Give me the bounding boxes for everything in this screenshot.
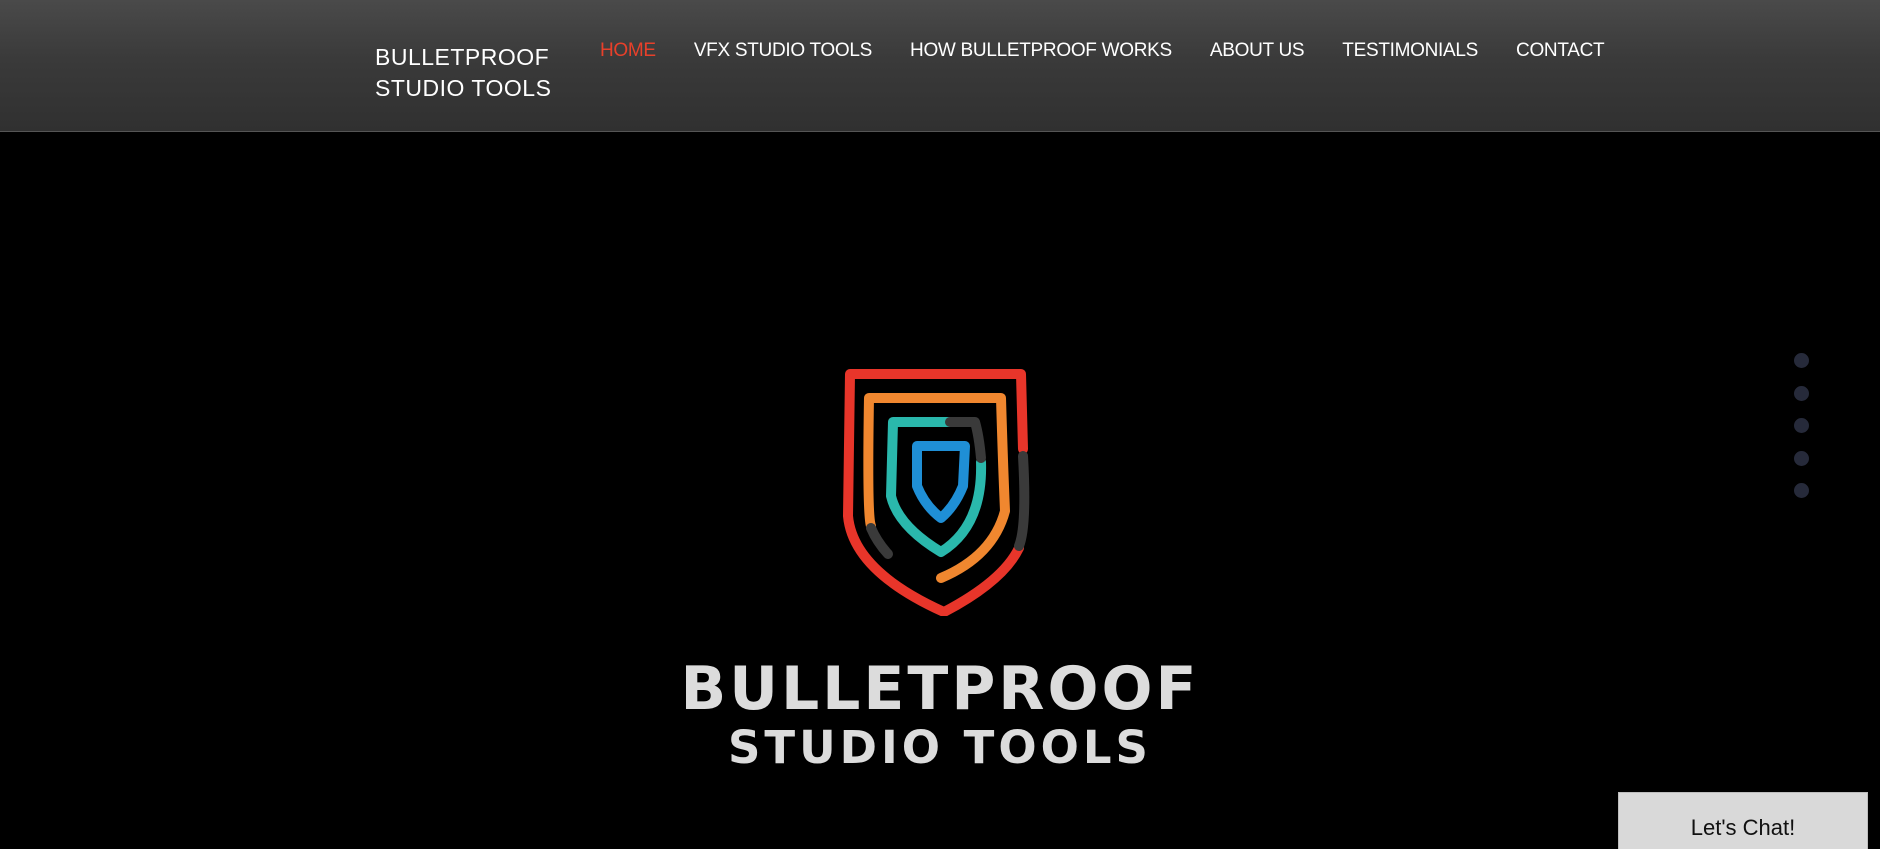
- nav-item-about-us[interactable]: ABOUT US: [1210, 40, 1305, 62]
- logo-ring-gray-mid: [866, 523, 893, 559]
- nav-item-home[interactable]: HOME: [600, 40, 656, 62]
- nav-item-testimonials[interactable]: TESTIMONIALS: [1342, 40, 1478, 62]
- nav-item-vfx-studio-tools[interactable]: VFX STUDIO TOOLS: [694, 40, 873, 62]
- slide-dot-5[interactable]: [1794, 483, 1809, 498]
- slide-dots: [1794, 353, 1810, 516]
- nav-item-contact[interactable]: CONTACT: [1516, 40, 1605, 62]
- hero-wordmark-line-2: STUDIO TOOLS: [728, 721, 1152, 774]
- slide-dot-3[interactable]: [1794, 418, 1809, 433]
- site-header: BULLETPROOF STUDIO TOOLS HOME VFX STUDIO…: [0, 0, 1880, 132]
- logo-ring-gray-outer: [1014, 451, 1030, 551]
- brand-line-1: BULLETPROOF: [375, 44, 550, 70]
- nav-item-how-bulletproof-works[interactable]: HOW BULLETPROOF WORKS: [910, 40, 1172, 62]
- slide-dot-2[interactable]: [1794, 385, 1809, 401]
- brand-logo-text[interactable]: BULLETPROOF STUDIO TOOLS: [375, 42, 551, 104]
- hero-wordmark-line-1: BULLETPROOF: [680, 654, 1200, 724]
- slide-dot-4[interactable]: [1794, 450, 1809, 466]
- shield-logo-icon: [843, 369, 1030, 616]
- main-nav: HOME VFX STUDIO TOOLS HOW BULLETPROOF WO…: [600, 40, 1642, 62]
- lets-chat-button[interactable]: Let's Chat!: [1618, 792, 1868, 849]
- brand-line-2: STUDIO TOOLS: [375, 75, 552, 101]
- logo-ring-blue: [912, 441, 970, 523]
- slide-dot-1[interactable]: [1794, 353, 1809, 368]
